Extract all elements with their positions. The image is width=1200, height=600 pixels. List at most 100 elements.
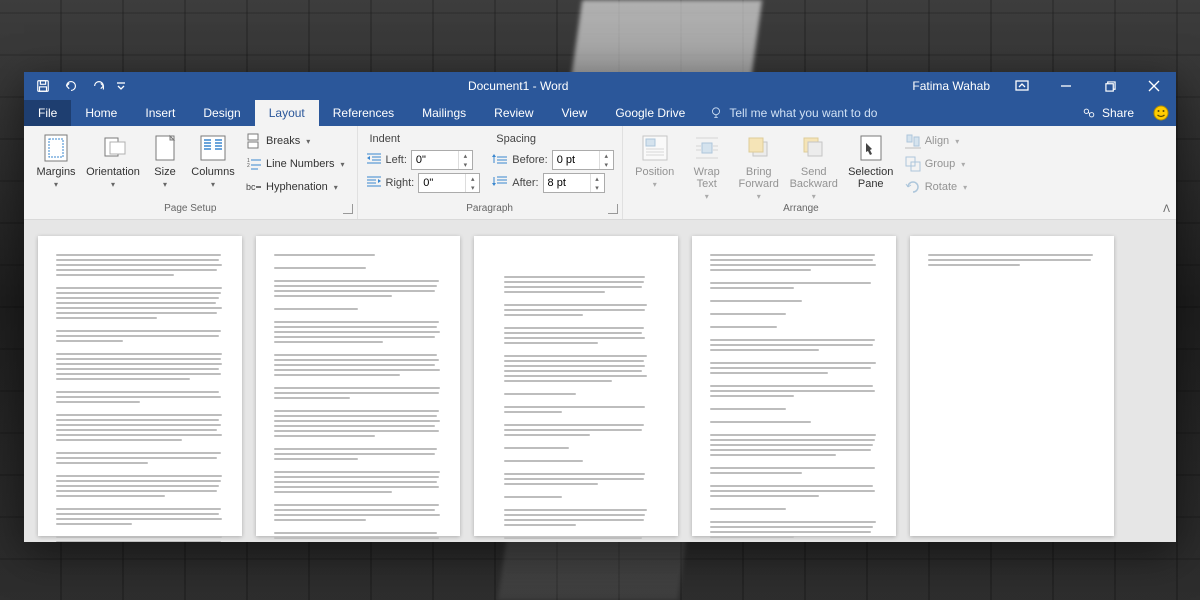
document-area[interactable] (24, 220, 1176, 542)
tell-me-search[interactable]: Tell me what you want to do (699, 100, 1070, 126)
spacing-after-label: After: (512, 177, 538, 189)
margins-button[interactable]: Margins ▾ (32, 130, 80, 189)
breaks-button[interactable]: Breaks▾ (242, 130, 349, 152)
qat-customize[interactable] (114, 72, 128, 100)
tab-review[interactable]: Review (480, 100, 547, 126)
tab-file[interactable]: File (24, 100, 71, 126)
tab-layout[interactable]: Layout (255, 100, 319, 126)
tab-google-drive[interactable]: Google Drive (601, 100, 699, 126)
align-button: Align▾ (901, 130, 971, 152)
page-thumbnail[interactable] (692, 236, 896, 536)
spin-down-icon[interactable]: ▾ (591, 183, 604, 192)
page-thumbnail[interactable] (38, 236, 242, 536)
bring-forward-label: Bring Forward (739, 166, 779, 190)
columns-label: Columns (191, 166, 234, 178)
indent-heading: Indent (366, 130, 481, 148)
align-label: Align (925, 135, 949, 147)
chevron-down-icon: ▾ (334, 183, 338, 192)
line-numbers-icon: 12 (246, 156, 262, 172)
spin-down-icon[interactable]: ▾ (466, 183, 479, 192)
group-label: Group (925, 158, 956, 170)
spacing-before-icon (492, 152, 508, 168)
indent-left-input[interactable]: ▴▾ (411, 150, 473, 170)
indent-right-label: Right: (386, 177, 415, 189)
indent-right-input[interactable]: ▴▾ (418, 173, 480, 193)
orientation-button[interactable]: Orientation ▾ (84, 130, 142, 189)
selection-pane-label: Selection Pane (848, 166, 893, 190)
spin-down-icon[interactable]: ▾ (600, 160, 613, 169)
selection-pane-icon (855, 132, 887, 164)
collapse-ribbon-button[interactable]: ᐱ (1163, 204, 1170, 215)
redo-button[interactable] (86, 72, 112, 100)
tab-mailings[interactable]: Mailings (408, 100, 480, 126)
bring-forward-button: Bring Forward▾ (735, 130, 783, 201)
svg-text:bc: bc (246, 182, 256, 192)
chevron-down-icon: ▾ (211, 180, 215, 189)
position-icon (639, 132, 671, 164)
tab-insert[interactable]: Insert (131, 100, 189, 126)
tab-view[interactable]: View (548, 100, 602, 126)
rotate-icon (905, 179, 921, 195)
chevron-down-icon: ▾ (340, 160, 344, 169)
spin-up-icon[interactable]: ▴ (459, 151, 472, 160)
undo-button[interactable] (58, 72, 84, 100)
hyphenation-button[interactable]: bcHyphenation▾ (242, 176, 349, 198)
maximize-button[interactable] (1088, 72, 1132, 100)
margins-icon (40, 132, 72, 164)
spacing-after-icon (492, 175, 508, 191)
spin-up-icon[interactable]: ▴ (600, 151, 613, 160)
size-icon (149, 132, 181, 164)
indent-left-label: Left: (386, 154, 407, 166)
feedback-smiley[interactable] (1146, 100, 1176, 126)
send-backward-label: Send Backward (790, 166, 838, 190)
spin-up-icon[interactable]: ▴ (466, 174, 479, 183)
tab-references[interactable]: References (319, 100, 408, 126)
chevron-down-icon: ▾ (54, 180, 58, 189)
chevron-down-icon: ▾ (111, 180, 115, 189)
line-numbers-label: Line Numbers (266, 158, 334, 170)
dialog-launcher-icon[interactable] (608, 204, 618, 214)
size-button[interactable]: Size ▾ (146, 130, 184, 189)
margins-label: Margins (36, 166, 75, 178)
ribbon-display-options[interactable] (1000, 72, 1044, 100)
breaks-label: Breaks (266, 135, 300, 147)
page-thumbnail[interactable] (910, 236, 1114, 536)
spin-up-icon[interactable]: ▴ (591, 174, 604, 183)
spacing-before-input[interactable]: ▴▾ (552, 150, 614, 170)
page-thumbnail[interactable] (256, 236, 460, 536)
dialog-launcher-icon[interactable] (343, 204, 353, 214)
line-numbers-button[interactable]: 12 Line Numbers ▾ (242, 153, 349, 175)
group-label-paragraph: Paragraph (466, 203, 513, 214)
position-label: Position (635, 166, 674, 178)
save-button[interactable] (30, 72, 56, 100)
share-button[interactable]: Share (1070, 100, 1146, 126)
group-icon (905, 156, 921, 172)
columns-button[interactable]: Columns ▾ (188, 130, 238, 189)
tell-me-placeholder: Tell me what you want to do (729, 106, 877, 120)
spin-down-icon[interactable]: ▾ (459, 160, 472, 169)
svg-text:2: 2 (247, 163, 250, 169)
titlebar: Document1 - Word Fatima Wahab (24, 72, 1176, 100)
orientation-label: Orientation (86, 166, 140, 178)
spacing-after-input[interactable]: ▴▾ (543, 173, 605, 193)
minimize-button[interactable] (1044, 72, 1088, 100)
tab-home[interactable]: Home (71, 100, 131, 126)
hyphenation-icon: bc (246, 179, 262, 195)
tab-design[interactable]: Design (189, 100, 254, 126)
selection-pane-button[interactable]: Selection Pane (845, 130, 897, 190)
rotate-button: Rotate▾ (901, 176, 971, 198)
chevron-down-icon: ▾ (163, 180, 167, 189)
align-icon (905, 133, 921, 149)
word-app-window: Document1 - Word Fatima Wahab File Home … (24, 72, 1176, 542)
send-backward-icon (798, 132, 830, 164)
group-page-setup: Margins ▾ Orientation ▾ Size ▾ Columns ▾ (24, 126, 358, 219)
send-backward-button: Send Backward▾ (787, 130, 841, 201)
indent-right-icon (366, 175, 382, 191)
quick-access-toolbar (24, 72, 134, 100)
wrap-text-label: Wrap Text (694, 166, 720, 190)
group-label-arrange: Arrange (783, 203, 819, 214)
close-button[interactable] (1132, 72, 1176, 100)
group-button: Group▾ (901, 153, 971, 175)
user-name[interactable]: Fatima Wahab (902, 79, 1000, 93)
page-thumbnail[interactable] (474, 236, 678, 536)
